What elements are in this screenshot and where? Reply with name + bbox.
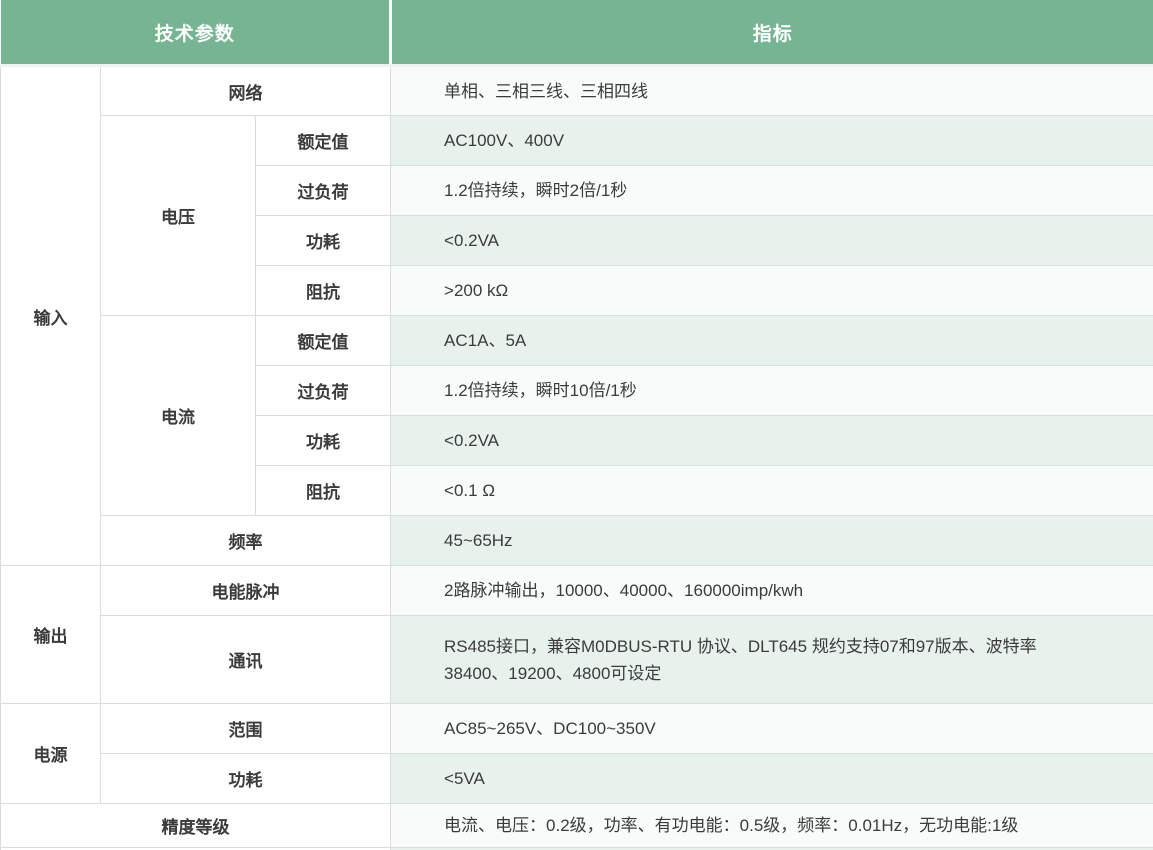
row-value: <0.2VA [391,216,1153,266]
row-frequency: 频率 45~65Hz [1,516,1153,566]
row-label: 额定值 [256,316,391,366]
row-label: 精度等级 [1,804,391,848]
row-label: 阻抗 [256,266,391,316]
row-network: 输入 网络 单相、三相三线、三相四线 [1,66,1153,116]
row-value: <0.2VA [391,416,1153,466]
row-value: <5VA [391,754,1153,804]
row-value: AC1A、5A [391,316,1153,366]
row-value: 1.2倍持续，瞬时2倍/1秒 [391,166,1153,216]
row-label: 电能脉冲 [101,566,391,616]
row-label: 过负荷 [256,366,391,416]
row-value: AC100V、400V [391,116,1153,166]
row-supply-range: 电源 范围 AC85~265V、DC100~350V [1,704,1153,754]
header-row: 技术参数 指标 [1,0,1153,66]
row-label: 频率 [101,516,391,566]
row-value: RS485接口，兼容M0DBUS-RTU 协议、DLT645 规约支持07和97… [391,616,1153,704]
group-label-power: 电源 [1,704,101,804]
group-label-output: 输出 [1,566,101,704]
row-value: 2路脉冲输出，10000、40000、160000imp/kwh [391,566,1153,616]
header-params: 技术参数 [1,0,391,66]
spec-sheet: 技术参数 指标 输入 网络 单相、三相三线、三相四线 电压 额定值 AC100V… [0,0,1153,850]
row-label: 功耗 [256,416,391,466]
row-label: 网络 [101,66,391,116]
header-indicator: 指标 [391,0,1153,66]
group-label-voltage: 电压 [101,116,256,316]
row-label: 功耗 [256,216,391,266]
row-value: 单相、三相三线、三相四线 [391,66,1153,116]
group-label-current: 电流 [101,316,256,516]
row-value: >200 kΩ [391,266,1153,316]
row-supply-consumption: 功耗 <5VA [1,754,1153,804]
row-value: 电流、电压：0.2级，功率、有功电能：0.5级，频率：0.01Hz，无功电能:1… [391,804,1153,848]
row-accuracy: 精度等级 电流、电压：0.2级，功率、有功电能：0.5级，频率：0.01Hz，无… [1,804,1153,848]
spec-table: 技术参数 指标 输入 网络 单相、三相三线、三相四线 电压 额定值 AC100V… [0,0,1153,850]
row-label: 过负荷 [256,166,391,216]
row-value: AC85~265V、DC100~350V [391,704,1153,754]
row-label: 功耗 [101,754,391,804]
row-label: 阻抗 [256,466,391,516]
row-value: 1.2倍持续，瞬时10倍/1秒 [391,366,1153,416]
row-label: 范围 [101,704,391,754]
row-label: 通讯 [101,616,391,704]
row-value: 45~65Hz [391,516,1153,566]
row-value: <0.1 Ω [391,466,1153,516]
row-voltage-rated: 电压 额定值 AC100V、400V [1,116,1153,166]
row-energy-pulse: 输出 电能脉冲 2路脉冲输出，10000、40000、160000imp/kwh [1,566,1153,616]
row-current-rated: 电流 额定值 AC1A、5A [1,316,1153,366]
group-label-input: 输入 [1,66,101,566]
row-communication: 通讯 RS485接口，兼容M0DBUS-RTU 协议、DLT645 规约支持07… [1,616,1153,704]
row-label: 额定值 [256,116,391,166]
